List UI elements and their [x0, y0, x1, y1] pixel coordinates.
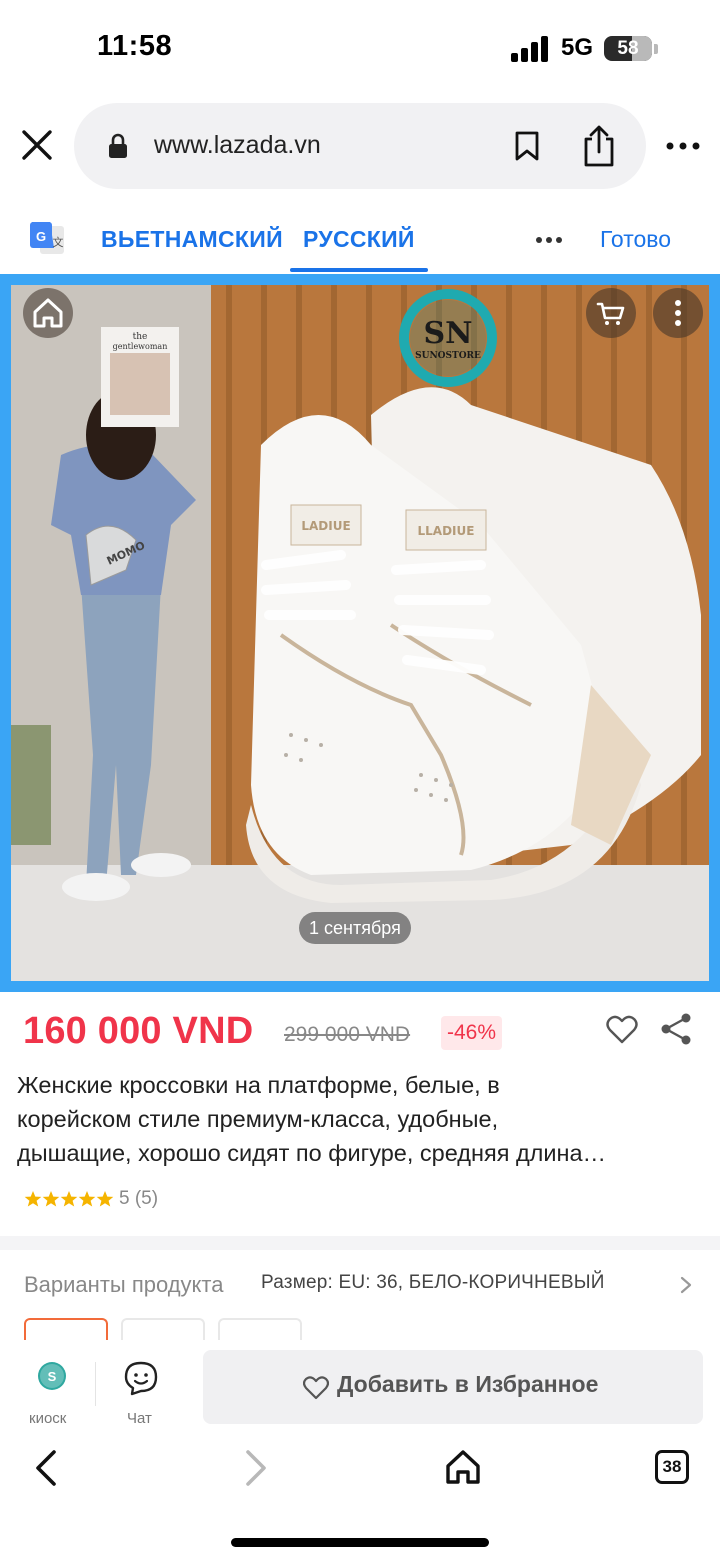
svg-text:LADIUE: LADIUE: [301, 519, 350, 533]
product-title-line: Женские кроссовки на платформе, белые, в: [17, 1072, 500, 1098]
svg-text:G: G: [36, 229, 46, 244]
tabs-button[interactable]: 38: [655, 1450, 689, 1484]
url-row: www.lazada.vn: [0, 100, 720, 192]
forward-icon[interactable]: [240, 1448, 270, 1488]
store-icon[interactable]: S: [38, 1362, 66, 1390]
vertical-dots-icon: [675, 300, 681, 326]
variants-label: Варианты продукта: [24, 1272, 224, 1297]
bookmark-icon[interactable]: [514, 131, 540, 161]
done-button[interactable]: Готово: [600, 226, 671, 253]
chevron-right-icon[interactable]: [680, 1276, 692, 1294]
rating-text: 5 (5): [119, 1188, 159, 1209]
tab-count: 38: [662, 1457, 682, 1476]
svg-text:LLADIUE: LLADIUE: [418, 524, 475, 538]
home-indicator[interactable]: [231, 1538, 489, 1547]
battery-icon: 58: [604, 36, 652, 61]
network-type: 5G: [561, 34, 594, 61]
svg-text:the: the: [133, 332, 148, 342]
svg-text:SUNOSTORE: SUNOSTORE: [415, 351, 481, 361]
translate-bar: G 文 ВЬЕТНАМСКИЙ РУССКИЙ Готово: [0, 208, 720, 274]
tab-source-language[interactable]: ВЬЕТНАМСКИЙ: [101, 226, 283, 253]
product-image[interactable]: the gentlewoman MOMO LADIUE LLADIUE SN S…: [11, 285, 709, 981]
product-title[interactable]: Женские кроссовки на платформе, белые, в…: [17, 1068, 707, 1170]
add-to-favorites-button[interactable]: Добавить в Избранное: [203, 1350, 703, 1424]
chat-icon[interactable]: [123, 1360, 159, 1396]
home-icon[interactable]: [444, 1448, 482, 1486]
section-divider: [0, 1236, 720, 1250]
heart-icon[interactable]: [606, 1015, 638, 1045]
svg-text:文: 文: [53, 235, 64, 249]
share-icon[interactable]: [582, 125, 616, 167]
date-chip: 1 сентября: [299, 912, 411, 944]
old-price: 299 000 VND: [284, 1023, 411, 1046]
close-icon[interactable]: [18, 126, 56, 164]
svg-text:gentlewoman: gentlewoman: [113, 342, 168, 351]
active-tab-indicator: [290, 268, 428, 272]
variants-value[interactable]: Размер: EU: 36, БЕЛО-КОРИЧНЕВЫЙ: [261, 1272, 605, 1294]
product-photo: the gentlewoman MOMO LADIUE LLADIUE SN S…: [11, 285, 709, 981]
url-text: www.lazada.vn: [154, 131, 321, 159]
translate-more-icon[interactable]: [536, 236, 562, 244]
google-translate-icon: G 文: [30, 222, 64, 254]
svg-text:S: S: [48, 1369, 57, 1384]
url-field[interactable]: www.lazada.vn: [74, 103, 646, 189]
image-more-button[interactable]: [653, 288, 703, 338]
discount-badge: -46%: [441, 1016, 503, 1050]
add-to-favorites-label: Добавить в Избранное: [337, 1371, 599, 1397]
share-network-icon[interactable]: [660, 1012, 692, 1046]
product-title-line: дышащие, хорошо сидят по фигуре, средняя…: [17, 1140, 607, 1166]
store-label[interactable]: киоск: [29, 1410, 66, 1427]
status-time: 11:58: [97, 30, 173, 62]
cart-overlay-button[interactable]: [586, 288, 636, 338]
price: 160 000 VND: [23, 1010, 254, 1052]
home-icon: [33, 298, 63, 328]
back-icon[interactable]: [32, 1448, 62, 1488]
battery-level: 58: [617, 38, 639, 59]
home-overlay-button[interactable]: [23, 288, 73, 338]
star-rating-icon: [24, 1191, 114, 1207]
lock-icon: [109, 133, 127, 158]
tab-target-language[interactable]: РУССКИЙ: [303, 226, 415, 253]
heart-outline-icon: [303, 1376, 329, 1400]
svg-text:SN: SN: [423, 316, 472, 351]
action-bar: S киоск Чат Добавить в Избранное: [0, 1340, 720, 1430]
chat-label[interactable]: Чат: [127, 1410, 152, 1427]
product-title-line: корейском стиле премиум-класса, удобные,: [17, 1106, 499, 1132]
divider: [95, 1362, 96, 1406]
signal-icon: [511, 36, 551, 62]
cart-icon: [596, 302, 625, 325]
status-bar: 11:58 5G 58: [0, 0, 720, 96]
more-icon[interactable]: [664, 136, 704, 156]
product-image-frame: the gentlewoman MOMO LADIUE LLADIUE SN S…: [0, 274, 720, 992]
